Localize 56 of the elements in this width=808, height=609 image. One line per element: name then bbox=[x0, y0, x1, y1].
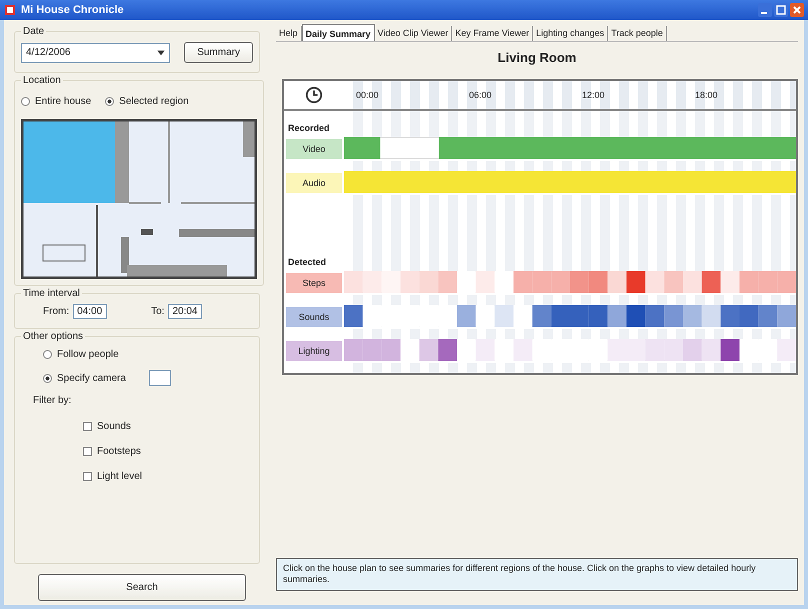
activity-heat-strip[interactable] bbox=[344, 271, 796, 293]
tab[interactable]: Track people bbox=[608, 26, 667, 41]
track-label[interactable]: Audio bbox=[286, 173, 342, 193]
field-label: To: bbox=[151, 306, 164, 317]
tab[interactable]: Video Clip Viewer bbox=[374, 26, 452, 41]
app-icon bbox=[4, 4, 16, 16]
tab[interactable]: Daily Summary bbox=[302, 24, 375, 41]
group-label: Date bbox=[22, 26, 46, 37]
section-label: Recorded bbox=[288, 123, 330, 133]
radio-button[interactable] bbox=[43, 374, 52, 382]
group-label: Location bbox=[22, 75, 62, 86]
checkbox[interactable] bbox=[83, 447, 92, 456]
field-label: From: bbox=[43, 306, 70, 317]
maximize-icon[interactable] bbox=[774, 3, 788, 17]
group-label: Other options bbox=[22, 331, 84, 342]
camera-field[interactable] bbox=[148, 370, 171, 386]
minimize-icon[interactable] bbox=[758, 3, 772, 17]
radio-button[interactable] bbox=[43, 350, 52, 359]
clock-icon bbox=[305, 86, 323, 104]
checkbox-label: Light level bbox=[97, 471, 142, 482]
filter-label: Filter by: bbox=[32, 394, 72, 408]
radio-label: Follow people bbox=[57, 349, 119, 360]
activity-heat-strip[interactable] bbox=[344, 339, 796, 361]
track-label[interactable]: Steps bbox=[286, 273, 342, 293]
track-label[interactable]: Video bbox=[286, 139, 342, 159]
floor-plan-drawing[interactable] bbox=[21, 119, 257, 279]
time-field[interactable]: 04:00 bbox=[73, 304, 108, 319]
radio-label: Specify camera bbox=[57, 372, 126, 384]
hour-label: 12:00 bbox=[581, 90, 606, 100]
tab[interactable]: Key Frame Viewer bbox=[452, 26, 534, 41]
search-button[interactable]: Search bbox=[38, 574, 246, 601]
close-icon[interactable] bbox=[790, 3, 804, 17]
checkbox[interactable] bbox=[83, 422, 92, 431]
checkbox-label: Sounds bbox=[97, 421, 131, 432]
time-field[interactable]: 20:04 bbox=[168, 304, 202, 319]
hour-label: 18:00 bbox=[694, 90, 719, 100]
hint-text: Click on the house plan to see summaries for different regions of the house. Click on the graphs to view detailed hourly summaries. bbox=[276, 558, 798, 591]
group-label: Time interval bbox=[22, 288, 81, 299]
activity-heat-strip[interactable] bbox=[344, 305, 796, 327]
summary-button[interactable]: Summary bbox=[184, 42, 253, 63]
radio-label: Selected region bbox=[119, 96, 189, 107]
section-label: Detected bbox=[288, 257, 326, 267]
recording-bar[interactable] bbox=[344, 137, 796, 159]
radio-label: Entire house bbox=[35, 96, 92, 107]
window-title: Mi House Chronicle bbox=[21, 4, 124, 16]
radio-button[interactable] bbox=[21, 97, 30, 106]
track-label[interactable]: Sounds bbox=[286, 307, 342, 327]
date-dropdown[interactable]: 4/12/2006 bbox=[21, 42, 170, 62]
hour-label: 06:00 bbox=[468, 90, 493, 100]
checkbox[interactable] bbox=[83, 472, 92, 481]
tab[interactable]: Lighting changes bbox=[533, 26, 608, 41]
room-title: Living Room bbox=[496, 49, 578, 67]
track-label[interactable]: Lighting bbox=[286, 341, 342, 361]
radio-button[interactable] bbox=[105, 97, 114, 106]
checkbox-label: Footsteps bbox=[97, 446, 141, 457]
hour-label: 00:00 bbox=[355, 90, 380, 100]
